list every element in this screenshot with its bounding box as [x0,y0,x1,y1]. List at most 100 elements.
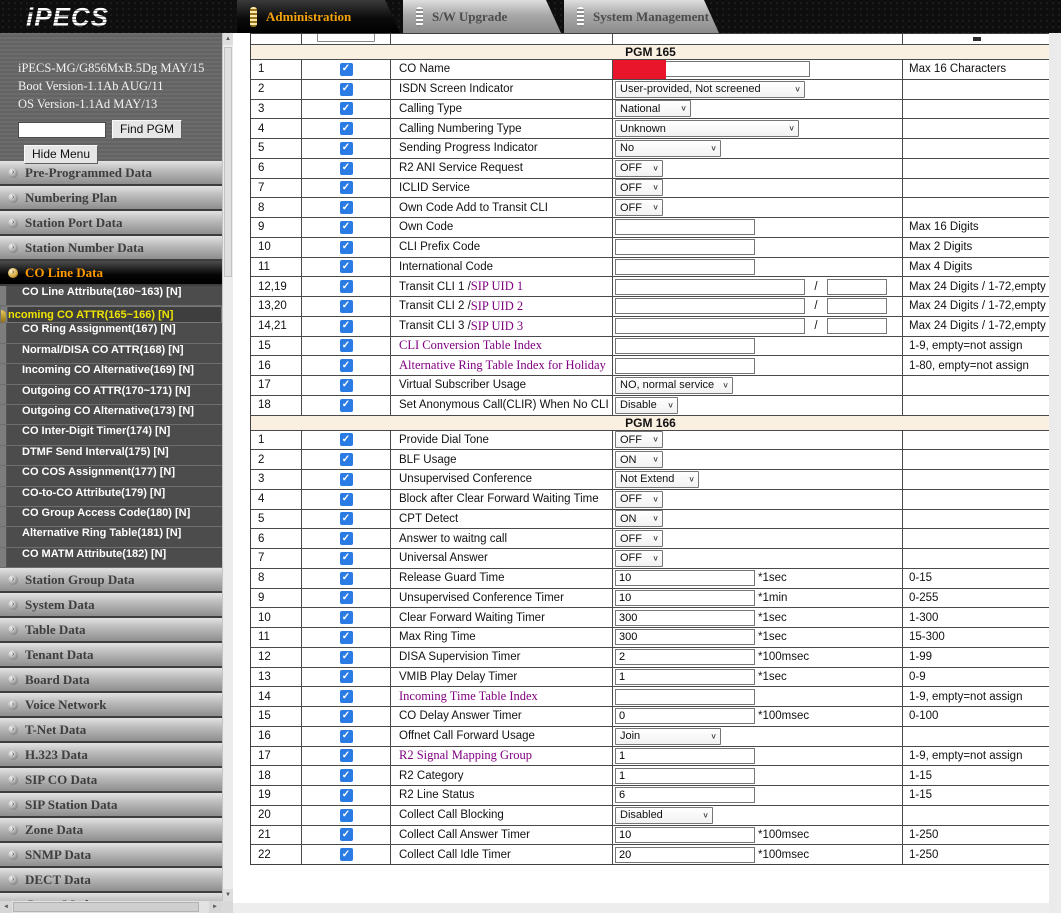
scroll-left-icon[interactable]: ◄ [0,901,12,913]
text-input-secondary[interactable] [827,318,887,334]
row-checkbox[interactable]: ✓ [340,848,353,861]
sidebar-group-zone-data[interactable]: ›Zone Data [0,818,222,841]
sidebar-item-dtmf-send-interval-175-n-[interactable]: DTMF Send Interval(175) [N] [0,446,222,466]
scroll-right-icon[interactable]: ► [209,901,221,913]
sidebar-item-co-cos-assignment-177-n-[interactable]: CO COS Assignment(177) [N] [0,466,222,486]
row-checkbox[interactable]: ✓ [340,433,353,446]
row-checkbox[interactable]: ✓ [340,591,353,604]
sidebar-group-h-323-data[interactable]: ›H.323 Data [0,743,222,766]
row-checkbox[interactable]: ✓ [340,122,353,135]
text-input[interactable] [615,239,755,255]
tab-s-w-upgrade[interactable]: S/W Upgrade [403,0,561,33]
row-checkbox[interactable]: ✓ [340,399,353,412]
dropdown-select[interactable]: NO, normal service∨ [615,377,733,394]
row-checkbox[interactable]: ✓ [340,552,353,565]
dropdown-select[interactable]: Disable∨ [615,397,678,414]
text-input[interactable] [615,669,755,685]
setting-link[interactable]: SIP UID 2 [471,299,523,314]
find-pgm-input[interactable] [18,122,106,138]
dropdown-select[interactable]: OFF∨ [615,431,663,448]
text-input[interactable] [615,219,755,235]
row-checkbox[interactable]: ✓ [340,611,353,624]
sidebar-item-co-line-attribute-160-163-n-[interactable]: CO Line Attribute(160~163) [N] [0,286,222,306]
horizontal-scroll-thumb[interactable] [13,902,199,912]
row-checkbox[interactable]: ✓ [340,690,353,703]
text-input-secondary[interactable] [827,279,887,295]
sidebar-group-numbering-plan[interactable]: ›Numbering Plan [0,186,222,209]
row-checkbox[interactable]: ✓ [340,201,353,214]
row-checkbox[interactable]: ✓ [340,453,353,466]
row-checkbox[interactable]: ✓ [340,572,353,585]
sidebar-item-incoming-co-alternative-169-n-[interactable]: Incoming CO Alternative(169) [N] [0,364,222,384]
sidebar-group-table-data[interactable]: ›Table Data [0,618,222,641]
sidebar-group-pre-programmed-data[interactable]: ›Pre-Programmed Data [0,161,222,184]
sidebar-group-station-port-data[interactable]: ›Station Port Data [0,211,222,234]
dropdown-select[interactable]: ON∨ [615,510,663,527]
dropdown-select[interactable]: Disabled∨ [615,807,713,824]
row-checkbox[interactable]: ✓ [340,473,353,486]
text-input[interactable] [615,768,755,784]
setting-link[interactable]: CLI Conversion Table Index [399,338,542,353]
text-input[interactable] [615,610,755,626]
tab-system-management[interactable]: System Management [564,0,719,33]
row-checkbox[interactable]: ✓ [340,670,353,683]
sidebar-group-t-net-data[interactable]: ›T-Net Data [0,718,222,741]
row-checkbox[interactable]: ✓ [340,769,353,782]
setting-link[interactable]: Incoming Time Table Index [399,689,538,704]
sidebar-group-snmp-data[interactable]: ›SNMP Data [0,843,222,866]
sidebar-item-alternative-ring-table-181-n-[interactable]: Alternative Ring Table(181) [N] [0,527,222,547]
sidebar-group-sip-co-data[interactable]: ›SIP CO Data [0,768,222,791]
text-input[interactable] [615,279,805,295]
sidebar-group-co-line-data[interactable]: ›CO Line Data [0,261,222,284]
row-checkbox[interactable]: ✓ [340,280,353,293]
sidebar-item-outgoing-co-alternative-173-n-[interactable]: Outgoing CO Alternative(173) [N] [0,405,222,425]
row-checkbox[interactable]: ✓ [340,83,353,96]
setting-link[interactable]: R2 Signal Mapping Group [399,748,532,763]
sidebar-item-incoming-co-attr-165-166-n-[interactable]: Incoming CO ATTR(165~166) [N] [0,306,222,323]
dropdown-select[interactable]: OFF∨ [615,199,663,216]
dropdown-select[interactable]: No∨ [615,140,721,157]
row-checkbox[interactable]: ✓ [340,631,353,644]
setting-link[interactable]: SIP UID 3 [471,319,523,334]
row-checkbox[interactable]: ✓ [340,142,353,155]
sidebar-item-outgoing-co-attr-170-171-n-[interactable]: Outgoing CO ATTR(170~171) [N] [0,385,222,405]
text-input[interactable] [615,629,755,645]
dropdown-select[interactable]: National∨ [615,100,691,117]
row-checkbox[interactable]: ✓ [340,710,353,723]
row-checkbox[interactable]: ✓ [340,260,353,273]
sidebar-group-sip-station-data[interactable]: ›SIP Station Data [0,793,222,816]
dropdown-select[interactable]: OFF∨ [615,179,663,196]
row-checkbox[interactable]: ✓ [340,359,353,372]
row-checkbox[interactable]: ✓ [340,379,353,392]
row-checkbox[interactable]: ✓ [340,512,353,525]
row-checkbox[interactable]: ✓ [340,789,353,802]
text-input[interactable] [615,847,755,863]
text-input[interactable] [615,649,755,665]
text-input[interactable] [615,827,755,843]
setting-link[interactable]: Alternative Ring Table Index for Holiday [399,358,606,373]
row-checkbox[interactable]: ✓ [340,320,353,333]
row-checkbox[interactable]: ✓ [340,651,353,664]
row-checkbox[interactable]: ✓ [340,809,353,822]
sidebar-item-co-matm-attribute-182-n-[interactable]: CO MATM Attribute(182) [N] [0,548,222,568]
row-checkbox[interactable]: ✓ [340,493,353,506]
sidebar-group-dect-data[interactable]: ›DECT Data [0,868,222,891]
text-input[interactable] [615,689,755,705]
text-input[interactable] [615,259,755,275]
sidebar-group-station-group-data[interactable]: ›Station Group Data [0,568,222,591]
text-input[interactable] [615,570,755,586]
sidebar-group-station-number-data[interactable]: ›Station Number Data [0,236,222,259]
row-checkbox[interactable]: ✓ [340,339,353,352]
row-checkbox[interactable]: ✓ [340,241,353,254]
dropdown-select[interactable]: OFF∨ [615,160,663,177]
vertical-scroll-thumb[interactable] [224,47,232,277]
setting-link[interactable]: SIP UID 1 [471,279,523,294]
sidebar-group-tenant-data[interactable]: ›Tenant Data [0,643,222,666]
tab-administration[interactable]: Administration [237,0,400,33]
find-pgm-button[interactable]: Find PGM [112,120,182,139]
row-checkbox[interactable]: ✓ [340,532,353,545]
sidebar-item-co-group-access-code-180-n-[interactable]: CO Group Access Code(180) [N] [0,507,222,527]
row-checkbox[interactable]: ✓ [340,749,353,762]
dropdown-select[interactable]: OFF∨ [615,530,663,547]
scroll-up-icon[interactable]: ▲ [223,33,233,45]
